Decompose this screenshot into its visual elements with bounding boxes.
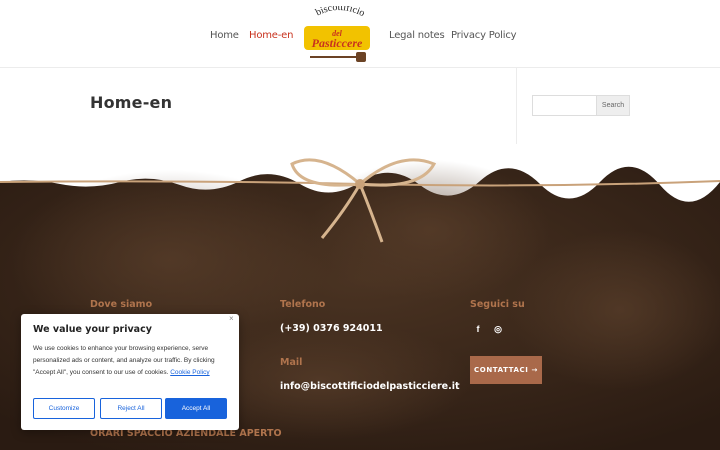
footer-mail-value[interactable]: info@biscottificiodelpasticciere.it <box>280 381 460 392</box>
footer-seguici-heading: Seguici su <box>470 299 525 310</box>
nav-home-en[interactable]: Home-en <box>249 30 293 41</box>
footer-telefono-value[interactable]: (+39) 0376 924011 <box>280 323 383 334</box>
cookie-consent-banner: We value your privacy × We use cookies t… <box>21 314 239 430</box>
logo-graphic: biscottificio del Pasticcere <box>304 2 370 62</box>
search-input[interactable] <box>532 95 597 116</box>
instagram-icon[interactable]: ◎ <box>491 322 505 336</box>
cookie-text: We use cookies to enhance your browsing … <box>33 343 229 379</box>
nav-privacy-policy[interactable]: Privacy Policy <box>451 30 517 41</box>
nav-legal-notes[interactable]: Legal notes <box>389 30 445 41</box>
page-title: Home-en <box>90 93 173 112</box>
svg-text:Pasticcere: Pasticcere <box>312 36 363 50</box>
cookie-title: We value your privacy <box>33 324 152 335</box>
nav-home[interactable]: Home <box>210 30 239 41</box>
close-icon[interactable]: × <box>229 314 234 323</box>
customize-button[interactable]: Customize <box>33 398 95 419</box>
site-header: Home Home-en Legal notes Privacy Policy … <box>0 0 720 68</box>
footer-telefono-heading: Telefono <box>280 299 326 310</box>
reject-all-button[interactable]: Reject All <box>100 398 162 419</box>
accept-all-button[interactable]: Accept All <box>165 398 227 419</box>
contact-button[interactable]: CONTATTACI → <box>470 356 542 384</box>
facebook-icon[interactable]: f <box>471 322 485 336</box>
footer-dove-siamo-heading: Dove siamo <box>90 299 153 310</box>
svg-text:biscottificio: biscottificio <box>314 6 367 19</box>
footer-mail-heading: Mail <box>280 357 303 368</box>
sidebar-divider <box>516 68 517 144</box>
cookie-policy-link[interactable]: Cookie Policy <box>170 369 209 376</box>
search-button[interactable]: Search <box>597 95 630 116</box>
site-logo[interactable]: biscottificio del Pasticcere <box>300 2 376 66</box>
